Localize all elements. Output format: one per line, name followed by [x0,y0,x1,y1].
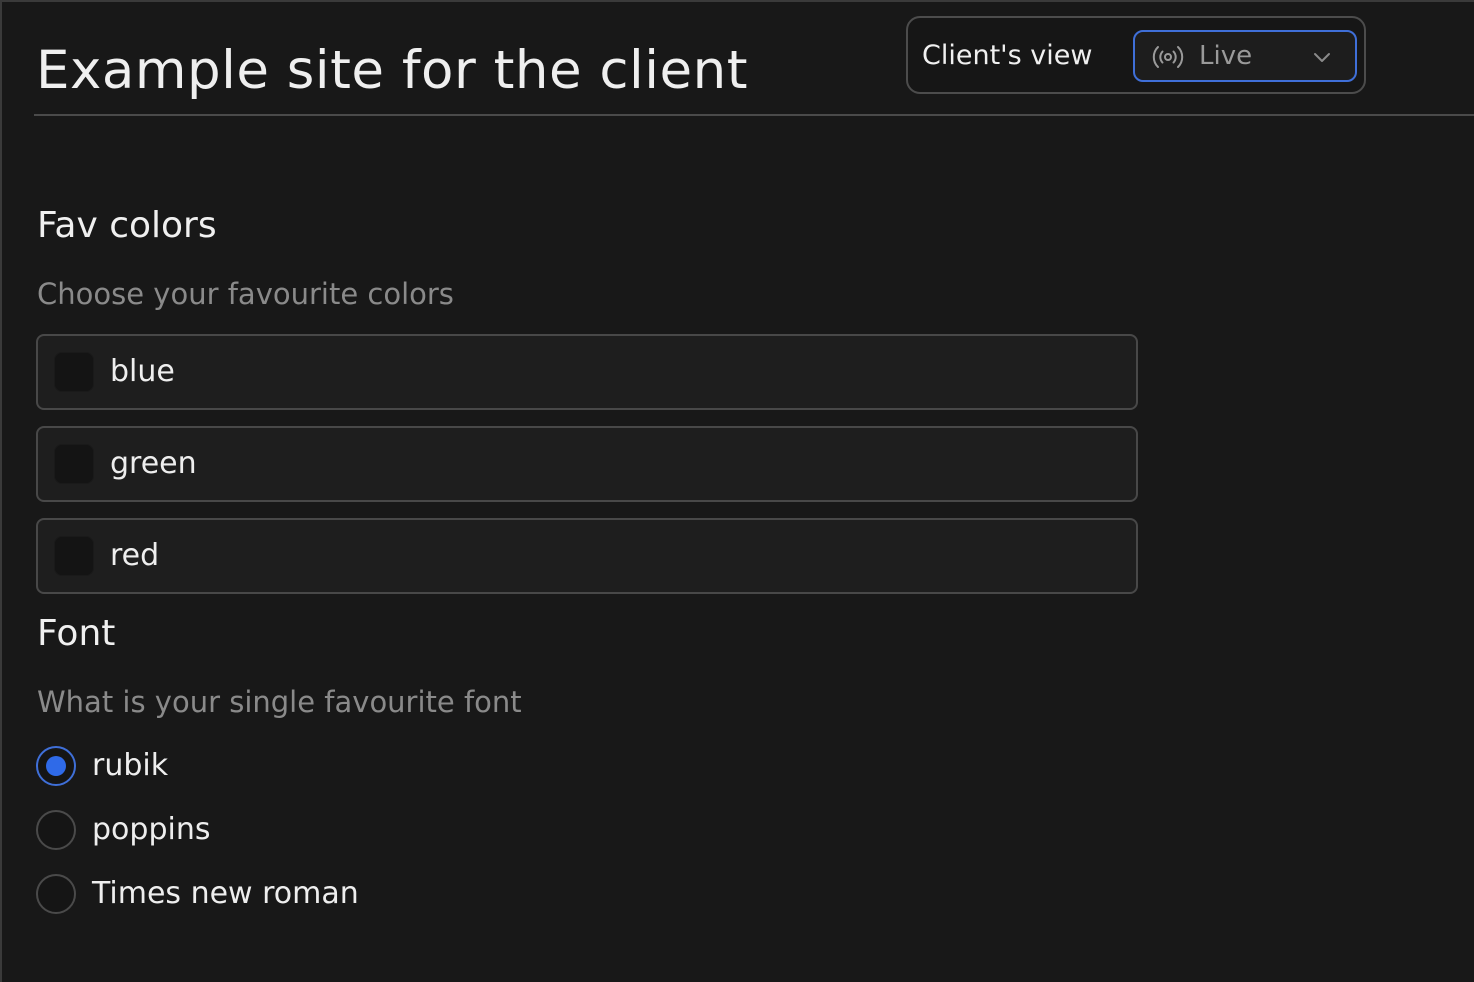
checkbox-label: blue [110,354,175,389]
radio-option-poppins[interactable]: poppins [36,810,636,854]
radio-label: Times new roman [92,876,359,911]
page-title: Example site for the client [36,40,748,101]
radio-button[interactable] [36,810,76,850]
title-divider [34,114,1474,116]
checkbox[interactable] [54,444,94,484]
checkbox[interactable] [54,536,94,576]
checkbox-label: red [110,538,160,573]
checkbox[interactable] [54,352,94,392]
checkbox-option-red[interactable]: red [36,518,1138,594]
radio-label: rubik [92,748,169,783]
fav-colors-description: Choose your favourite colors [37,277,454,311]
radio-option-rubik[interactable]: rubik [36,746,636,790]
radio-button[interactable] [36,874,76,914]
client-view-switcher: Client's view Live [906,16,1366,94]
radio-option-times-new-roman[interactable]: Times new roman [36,874,636,918]
checkbox-option-green[interactable]: green [36,426,1138,502]
checkbox-label: green [110,446,197,481]
checkbox-option-blue[interactable]: blue [36,334,1138,410]
font-title: Font [37,613,116,654]
radio-button[interactable] [36,746,76,786]
client-view-label: Client's view [922,40,1093,71]
font-description: What is your single favourite font [37,685,522,719]
radio-label: poppins [92,812,211,847]
broadcast-icon [1152,46,1184,68]
view-mode-value: Live [1199,41,1253,71]
view-mode-select[interactable]: Live [1133,30,1357,82]
fav-colors-title: Fav colors [37,205,217,246]
chevron-down-icon [1314,53,1330,62]
radio-selected-dot [46,756,66,776]
